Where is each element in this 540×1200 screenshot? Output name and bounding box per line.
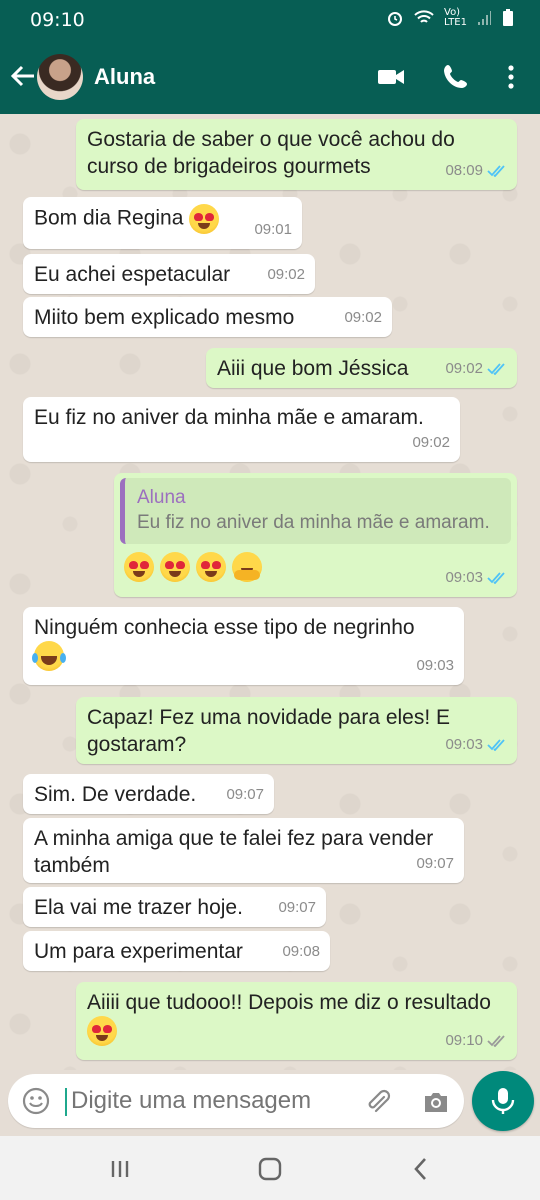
- message-text: Aiii que bom Jéssica: [217, 357, 409, 380]
- voice-call-icon[interactable]: [441, 62, 471, 92]
- message-input-box[interactable]: [8, 1074, 464, 1128]
- message-text: Eu achei espetacular: [34, 263, 231, 286]
- message-text: Bom dia Regina: [34, 206, 184, 230]
- voice-message-button[interactable]: [472, 1071, 534, 1131]
- wifi-icon: [414, 10, 434, 23]
- contact-name[interactable]: Aluna: [94, 64, 155, 90]
- contact-avatar[interactable]: [37, 54, 83, 100]
- battery-icon: [503, 9, 513, 26]
- hugging-face-icon: [231, 552, 262, 582]
- message-text: Sim. De verdade.: [34, 783, 197, 806]
- message-time: 09:02: [267, 266, 305, 283]
- heart-eyes-icon: [195, 552, 226, 582]
- message-text: Um para experimentar: [34, 940, 243, 963]
- delivered-receipt-icon: [487, 1034, 505, 1047]
- message-incoming[interactable]: Bom dia Regina 09:01: [23, 197, 302, 249]
- message-text: Eu fiz no aniver da minha mãe e amaram.: [34, 406, 424, 429]
- read-receipt-icon: [487, 738, 505, 751]
- message-time: 09:10: [445, 1032, 483, 1049]
- status-time: 09:10: [30, 9, 85, 31]
- message-outgoing[interactable]: Aiii que bom Jéssica 09:02: [206, 348, 517, 388]
- message-incoming[interactable]: Eu achei espetacular 09:02: [23, 254, 315, 294]
- message-time: 09:08: [282, 943, 320, 960]
- message-text: Capaz! Fez uma novidade para eles! E gos…: [87, 706, 451, 756]
- message-incoming[interactable]: Ela vai me trazer hoje. 09:07: [23, 887, 326, 927]
- heart-eyes-icon: [159, 552, 190, 582]
- message-time: 09:07: [226, 786, 264, 803]
- smiling-heart-eyes-icon: [189, 204, 220, 234]
- message-time: 09:03: [445, 736, 483, 753]
- nav-back-icon[interactable]: [406, 1154, 436, 1184]
- emoji-picker-icon[interactable]: [22, 1087, 50, 1115]
- message-incoming[interactable]: A minha amiga que te falei fez para vend…: [23, 818, 464, 883]
- message-text: Aiiii que tudooo!! Depois me diz o resul…: [87, 991, 491, 1014]
- read-receipt-icon: [487, 164, 505, 177]
- message-text: Gostaria de saber o que você achou do cu…: [87, 128, 455, 178]
- message-list[interactable]: Gostaria de saber o que você achou do cu…: [0, 114, 540, 1070]
- message-incoming[interactable]: Eu fiz no aniver da minha mãe e amaram. …: [23, 397, 460, 462]
- message-incoming[interactable]: Miito bem explicado mesmo 09:02: [23, 297, 392, 337]
- attachment-icon[interactable]: [364, 1088, 392, 1116]
- system-nav-bar: [0, 1136, 540, 1200]
- read-receipt-icon: [487, 362, 505, 375]
- signal-icon: [478, 11, 491, 25]
- video-call-icon[interactable]: [376, 62, 406, 92]
- message-time: 09:01: [254, 221, 292, 238]
- message-time: 09:07: [416, 855, 454, 872]
- message-text: A minha amiga que te falei fez para vend…: [34, 827, 434, 877]
- camera-icon[interactable]: [422, 1089, 450, 1115]
- message-time: 09:02: [344, 309, 382, 326]
- message-time: 09:03: [416, 657, 454, 674]
- status-bar: 09:10 Vo) LTE1: [0, 0, 540, 40]
- message-text: Ninguém conhecia esse tipo de negrinho: [34, 616, 415, 639]
- alarm-icon: [388, 12, 402, 26]
- message-time: 09:02: [412, 434, 450, 451]
- message-outgoing[interactable]: Capaz! Fez uma novidade para eles! E gos…: [76, 697, 517, 764]
- message-outgoing-reply[interactable]: Aluna Eu fiz no aniver da minha mãe e am…: [114, 473, 517, 597]
- message-text: Miito bem explicado mesmo: [34, 306, 295, 329]
- status-icons: Vo) LTE1: [386, 8, 514, 28]
- home-icon[interactable]: [255, 1154, 285, 1184]
- network-label: Vo) LTE1: [444, 7, 467, 28]
- message-incoming[interactable]: Sim. De verdade. 09:07: [23, 774, 274, 814]
- microphone-icon: [491, 1088, 515, 1114]
- message-incoming[interactable]: Ninguém conhecia esse tipo de negrinho 0…: [23, 607, 464, 685]
- back-arrow-icon[interactable]: [8, 61, 38, 91]
- composer-bar: [0, 1070, 540, 1132]
- message-time: 08:09: [445, 162, 483, 179]
- text-cursor: [65, 1088, 67, 1116]
- message-time: 09:07: [278, 899, 316, 916]
- tears-of-joy-icon: [32, 641, 66, 671]
- quoted-author: Aluna: [137, 487, 186, 508]
- message-outgoing[interactable]: Gostaria de saber o que você achou do cu…: [76, 119, 517, 190]
- chat-header: Aluna: [0, 40, 540, 114]
- message-outgoing[interactable]: Aiiii que tudooo!! Depois me diz o resul…: [76, 982, 517, 1060]
- heart-eyes-icon: [124, 552, 154, 582]
- heart-eyes-icon: [87, 1016, 117, 1046]
- message-time: 09:03: [445, 569, 483, 586]
- recent-apps-icon[interactable]: [105, 1154, 135, 1184]
- message-input[interactable]: [71, 1087, 341, 1115]
- message-time: 09:02: [445, 360, 483, 377]
- quoted-message[interactable]: Aluna Eu fiz no aniver da minha mãe e am…: [120, 478, 511, 544]
- message-text: Ela vai me trazer hoje.: [34, 896, 243, 919]
- more-options-icon[interactable]: [496, 62, 526, 92]
- message-incoming[interactable]: Um para experimentar 09:08: [23, 931, 330, 971]
- quoted-text: Eu fiz no aniver da minha mãe e amaram.: [137, 512, 490, 533]
- read-receipt-icon: [487, 571, 505, 584]
